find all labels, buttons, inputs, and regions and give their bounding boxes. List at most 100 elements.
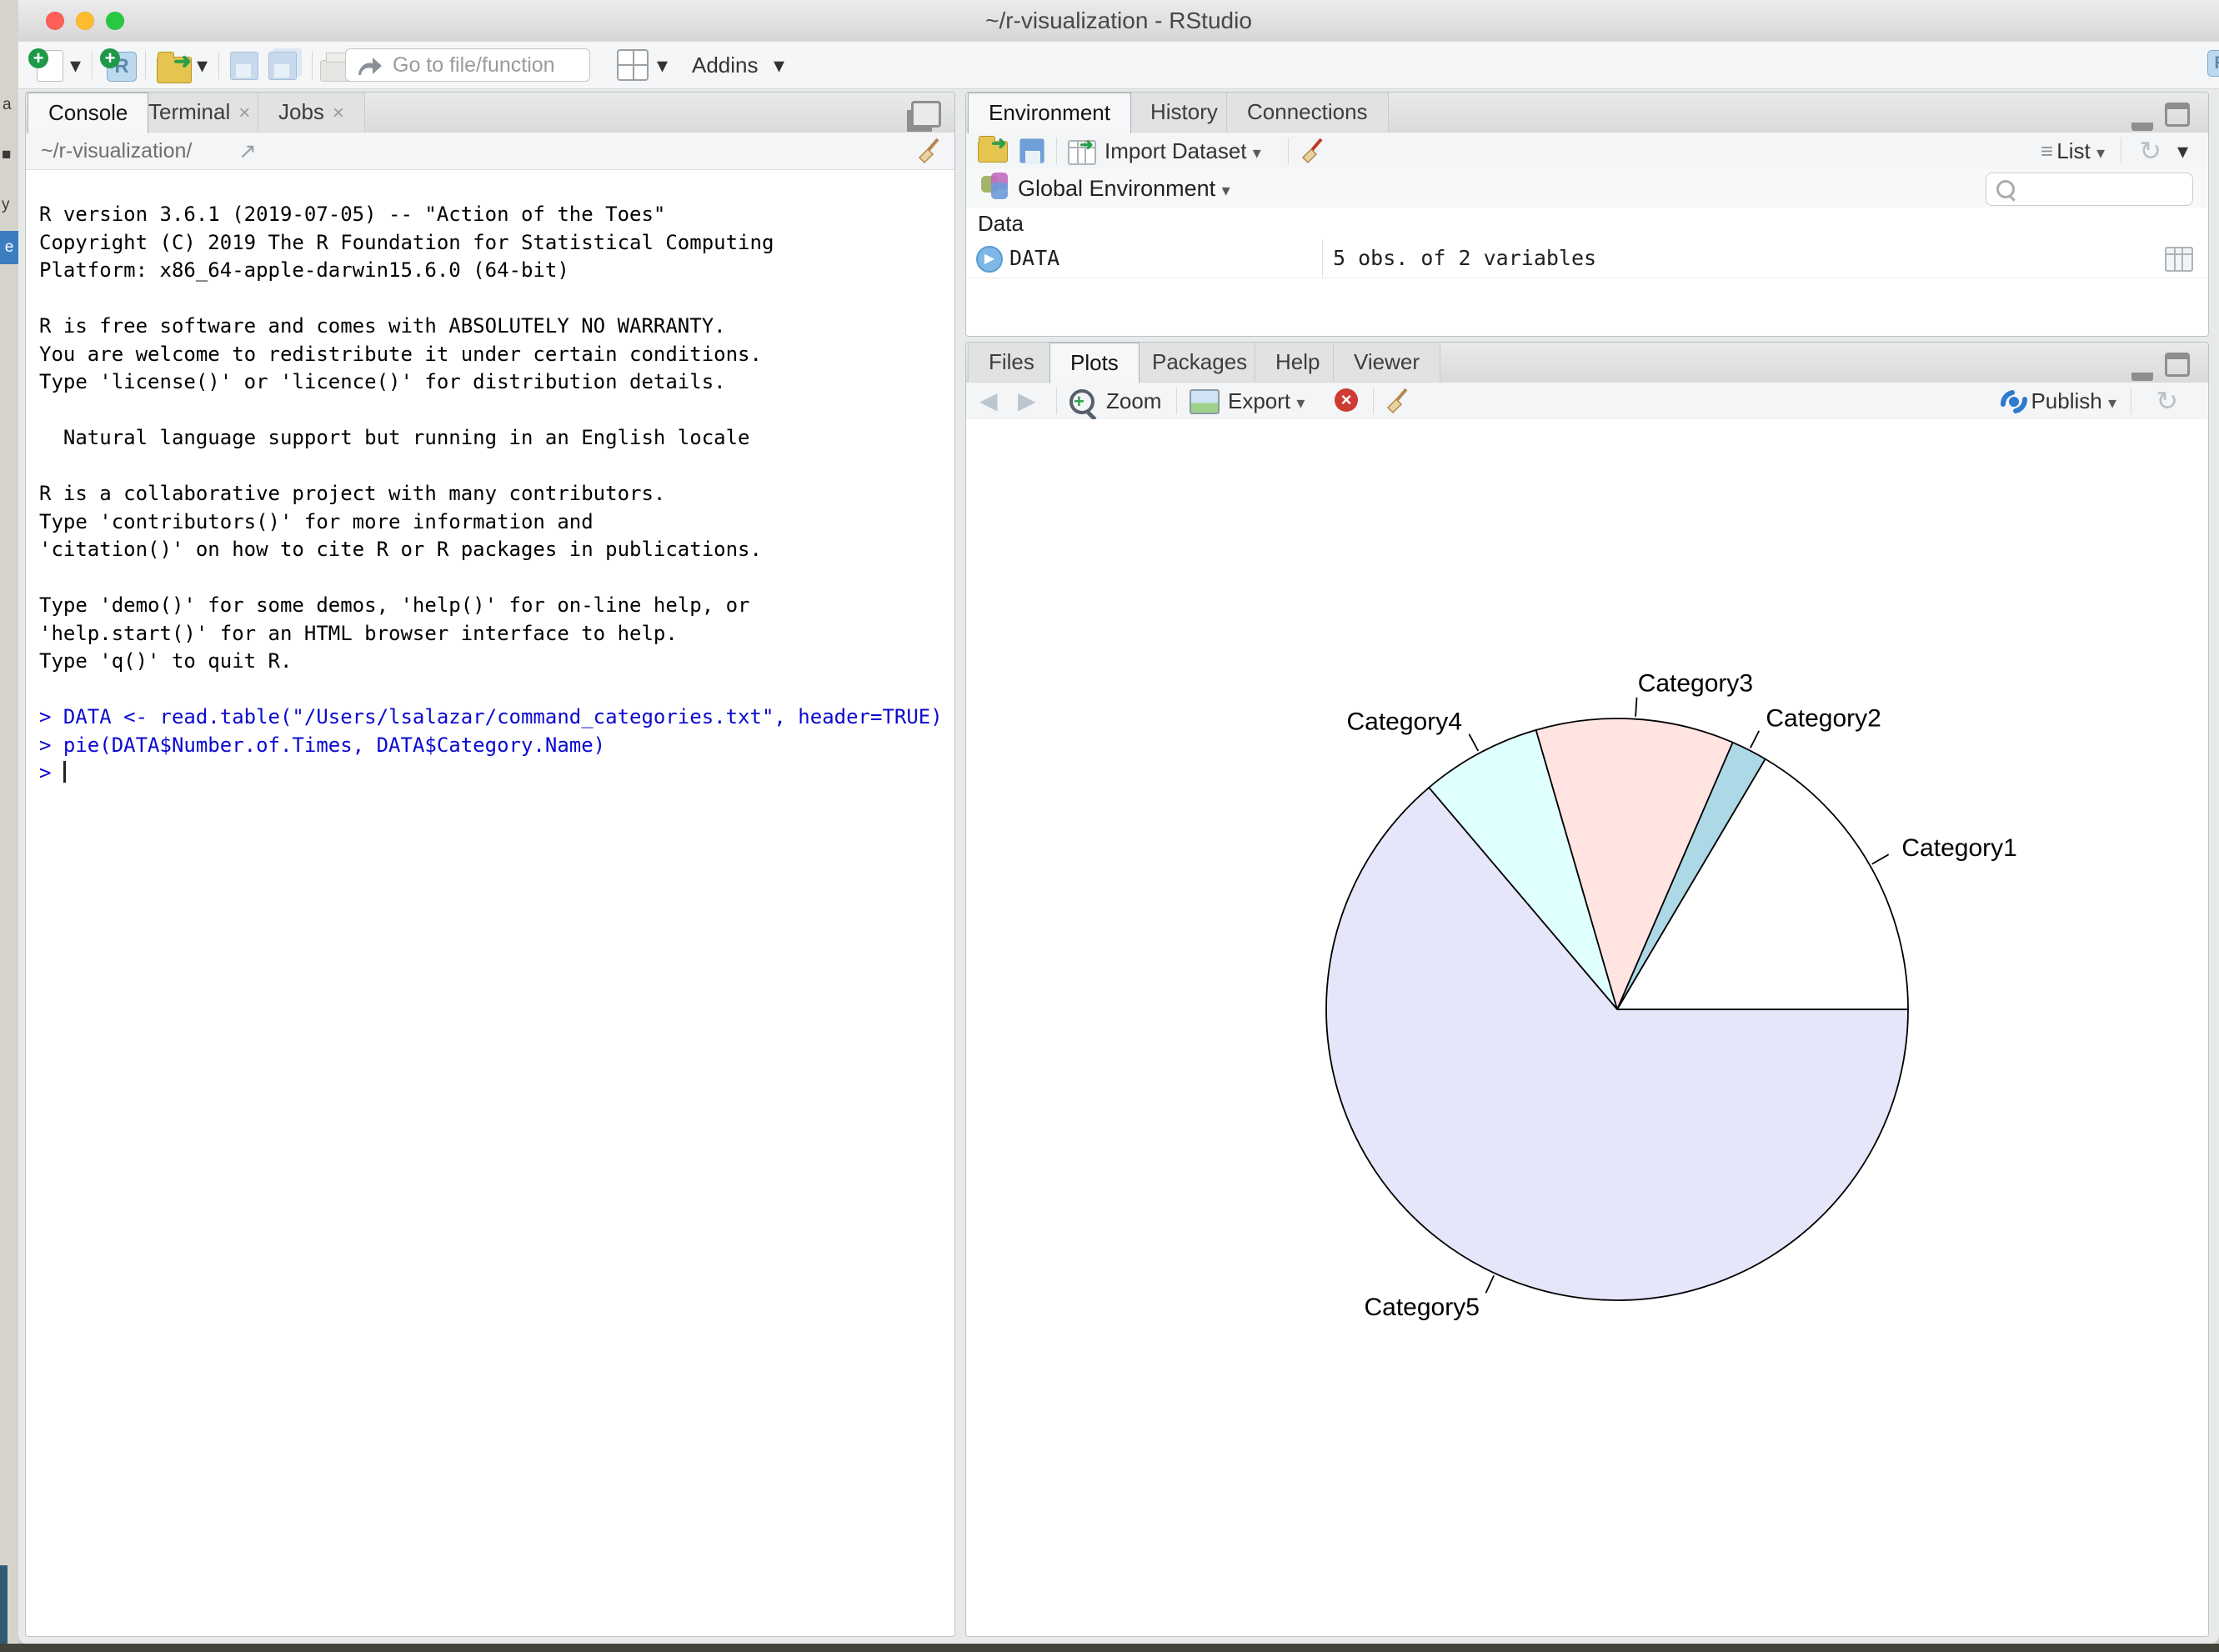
new-file-dropdown[interactable]: ▾ [70,42,81,88]
export-button[interactable]: Export ▾ [1228,383,1305,419]
console-line [39,676,951,704]
minimize-pane-icon[interactable] [2131,361,2153,381]
environment-search-input[interactable] [1986,173,2193,206]
console-line [39,397,951,425]
publish-icon[interactable] [2000,390,2028,413]
pie-slice-label: Category4 [1346,708,1461,735]
close-icon[interactable]: × [238,102,250,124]
plots-pane: Files Plots Packages Help Viewer ◀ [965,342,2209,1637]
import-dataset-label: Import Dataset [1104,138,1247,163]
console-output[interactable]: R version 3.6.1 (2019-07-05) -- "Action … [39,201,951,788]
clear-console-icon[interactable] [916,138,943,164]
new-file-plus-icon[interactable]: + [28,48,48,68]
console-line: Platform: x86_64-apple-darwin15.6.0 (64-… [39,257,951,285]
expand-object-icon[interactable]: ▶ [976,246,1003,273]
tab-help[interactable]: Help [1255,343,1340,382]
tab-connections[interactable]: Connections [1226,93,1389,132]
refresh-plot-icon[interactable]: ↻ [2156,383,2178,419]
environment-tabstrip: Environment History Connections [966,93,2208,133]
tab-jobs[interactable]: Jobs× [258,93,365,132]
console-line [39,564,951,593]
open-file-dropdown[interactable]: ▾ [197,42,208,88]
search-icon [1996,180,2015,198]
maximize-pane-icon[interactable] [911,101,941,128]
toolbar-separator [312,51,313,79]
minimize-pane-icon[interactable] [2131,111,2153,131]
console-line: Type 'q()' to quit R. [39,648,951,676]
tab-help-label: Help [1275,349,1320,374]
console-line: 'help.start()' for an HTML browser inter… [39,620,951,648]
next-plot-icon[interactable]: ▶ [1018,383,1036,419]
tab-viewer[interactable]: Viewer [1333,343,1440,382]
main-toolbar: + ▾ R + ➜ ▾ Go to file/function ▾ Addin [18,42,2219,89]
tab-history-label: History [1150,99,1218,124]
console-line: Type 'license()' or 'licence()' for dist… [39,368,951,397]
save-all-icon[interactable] [268,52,297,80]
tab-plots[interactable]: Plots [1049,343,1140,383]
scope-selector[interactable]: Global Environment ▾ [1018,169,1230,208]
zoom-plot-icon[interactable]: + [1069,389,1094,414]
environment-object-row[interactable]: ▶ DATA 5 obs. of 2 variables [966,239,2208,278]
save-workspace-icon[interactable] [1019,138,1044,163]
console-tabstrip: Console Terminal× Jobs× [26,93,954,133]
refresh-dropdown[interactable]: ▾ [2177,133,2188,169]
maximize-pane-icon[interactable] [2165,353,2190,377]
open-file-arrow-icon: ➜ [173,48,192,74]
tab-files[interactable]: Files [968,343,1055,382]
refresh-icon[interactable]: ↻ [2139,133,2161,169]
object-summary: 5 obs. of 2 variables [1333,239,1596,278]
pie-label-tick [1469,734,1478,751]
clear-all-plots-icon[interactable] [1385,388,1411,414]
column-divider [1322,239,1323,278]
play-icon: ▶ [984,252,994,266]
pie-chart: Category1Category2Category3Category4Cate… [966,419,2208,1636]
zoom-button-label[interactable]: Zoom [1106,383,1161,419]
view-data-icon[interactable] [2165,247,2193,272]
console-line [39,285,951,313]
data-section-header: Data [966,208,2208,240]
console-line: R is a collaborative project with many c… [39,480,951,508]
publish-button[interactable]: Publish ▾ [2031,383,2116,419]
close-icon[interactable]: × [333,102,344,124]
pie-slice-label: Category1 [1901,834,2016,862]
pie-slice-label: Category2 [1766,704,1881,732]
open-in-new-icon[interactable]: ↗ [238,133,257,169]
save-icon[interactable] [230,52,258,80]
tab-terminal[interactable]: Terminal× [128,93,271,132]
environment-scope-row: Global Environment ▾ [966,169,2208,208]
background-text-fragment: ■ [2,146,11,164]
addins-menu[interactable]: Addins [692,42,759,88]
tab-packages[interactable]: Packages [1131,343,1268,382]
pane-layout-dropdown[interactable]: ▾ [657,42,668,88]
pie-label-tick [1486,1275,1495,1293]
tab-console[interactable]: Console [28,93,148,133]
addins-dropdown[interactable]: ▾ [774,42,784,88]
console-line: R is free software and comes with ABSOLU… [39,313,951,341]
console-line: Type 'contributors()' for more informati… [39,508,951,537]
goto-placeholder: Go to file/function [393,49,555,81]
clear-environment-icon[interactable] [1300,138,1326,164]
toolbar-separator [1288,138,1289,164]
toolbar-separator [145,51,146,79]
list-view-button[interactable]: List ▾ [2056,133,2105,169]
new-project-plus-icon[interactable]: + [100,48,120,68]
pane-layout-icon[interactable] [617,49,649,81]
export-plot-icon[interactable] [1190,389,1220,414]
list-view-dropdown: ▾ [2096,144,2105,163]
environment-pane: Environment History Connections ➜ ➜ Impo… [965,92,2209,337]
console-pane: Console Terminal× Jobs× ~/r-visualizatio… [25,92,955,1637]
tab-environment[interactable]: Environment [968,93,1131,133]
console-line: R version 3.6.1 (2019-07-05) -- "Action … [39,201,951,229]
tab-history[interactable]: History [1130,93,1239,132]
goto-file-function-box[interactable]: Go to file/function [345,48,590,82]
scope-label: Global Environment [1018,176,1215,201]
working-directory: ~/r-visualization/ [41,133,192,169]
desktop-bottom-strip [0,1644,2219,1652]
tab-viewer-label: Viewer [1354,349,1420,374]
previous-plot-icon[interactable]: ◀ [979,383,998,419]
plots-toolbar: ◀ ▶ + Zoom Export ▾ × [966,383,2208,420]
list-view-icon[interactable]: ≡ [2041,133,2053,169]
remove-plot-icon[interactable]: × [1335,388,1358,412]
maximize-pane-icon[interactable] [2165,103,2190,127]
import-dataset-button[interactable]: Import Dataset ▾ [1104,133,1261,169]
